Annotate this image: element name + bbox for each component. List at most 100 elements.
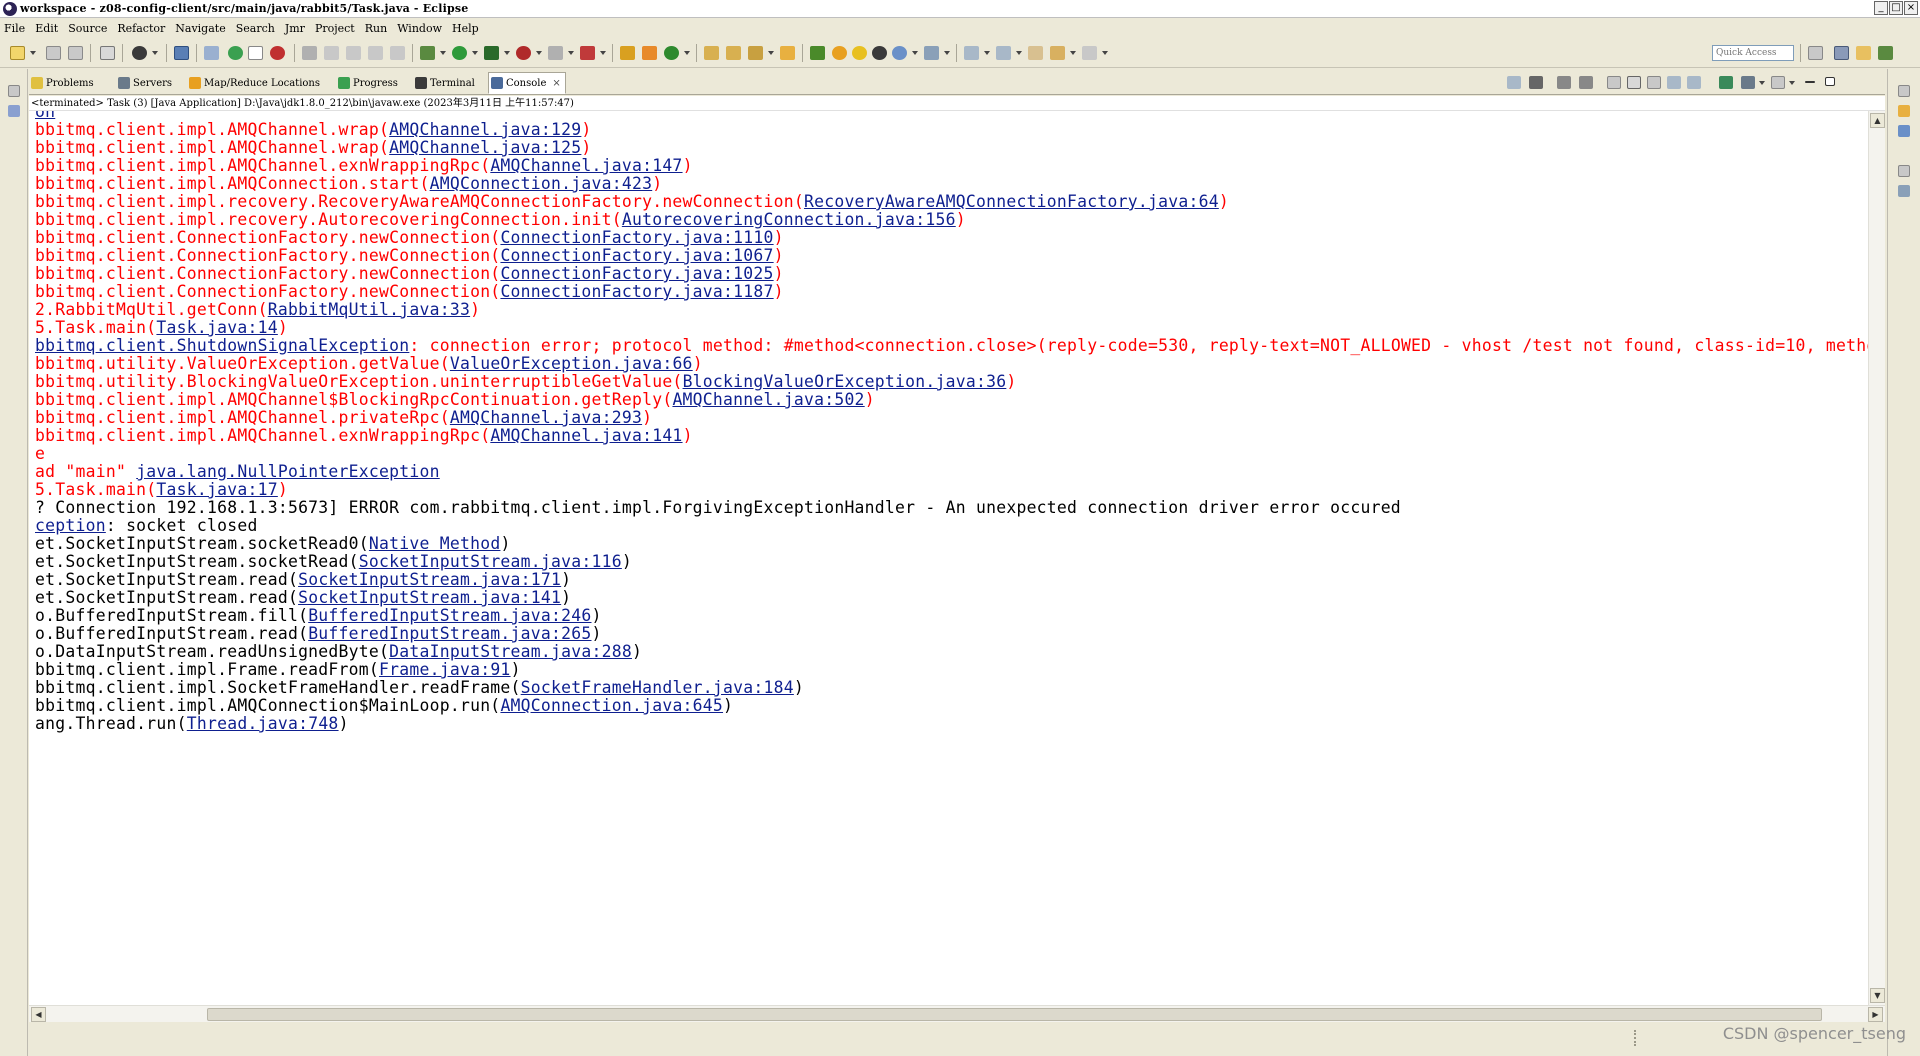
external-tools-icon[interactable] bbox=[580, 46, 595, 60]
forward-icon[interactable] bbox=[1082, 46, 1097, 60]
stacktrace-link[interactable]: ConnectionFactory.java:1187 bbox=[500, 282, 773, 301]
stacktrace-link[interactable]: AMQChannel.java:141 bbox=[490, 426, 682, 445]
new-package-icon[interactable] bbox=[642, 46, 657, 60]
open-task-icon[interactable] bbox=[726, 46, 741, 60]
paragraph-icon[interactable] bbox=[390, 46, 405, 60]
stacktrace-link[interactable]: AMQConnection.java:645 bbox=[500, 696, 723, 715]
quick-access-input[interactable] bbox=[1712, 45, 1794, 61]
menu-jmr[interactable]: Jmr bbox=[285, 22, 305, 35]
stop-dropdown-icon[interactable] bbox=[568, 51, 574, 55]
word-wrap-icon[interactable] bbox=[1647, 76, 1661, 89]
restore-icon[interactable] bbox=[1898, 85, 1910, 97]
properties-icon[interactable] bbox=[1898, 185, 1910, 197]
paste-icon[interactable] bbox=[368, 46, 383, 60]
refresh-icon[interactable] bbox=[270, 46, 285, 60]
console-output[interactable]: on bbitmq.client.impl.AMQChannel.wrap(AMQ… bbox=[29, 111, 1868, 1005]
menu-source[interactable]: Source bbox=[68, 22, 107, 35]
edit-icon[interactable] bbox=[324, 46, 339, 60]
annotation-icon[interactable] bbox=[924, 46, 939, 60]
run-dropdown-icon[interactable] bbox=[472, 51, 478, 55]
vertical-scrollbar[interactable]: ▲ ▼ bbox=[1868, 111, 1885, 1005]
coverage-dropdown-icon[interactable] bbox=[536, 51, 542, 55]
show-stderr-icon[interactable] bbox=[1687, 76, 1701, 89]
tab-console[interactable]: Console × bbox=[488, 72, 566, 94]
open-type-icon[interactable] bbox=[704, 46, 719, 60]
run-ext-icon[interactable] bbox=[484, 46, 499, 60]
help-contents-icon[interactable] bbox=[832, 46, 847, 60]
close-tab-icon[interactable]: × bbox=[552, 78, 560, 89]
minimize-view-icon[interactable] bbox=[1805, 81, 1815, 83]
globe-dropdown-icon[interactable] bbox=[912, 51, 918, 55]
run-ext-dropdown-icon[interactable] bbox=[504, 51, 510, 55]
tab-progress[interactable]: Progress bbox=[336, 73, 402, 93]
scroll-up-icon[interactable]: ▲ bbox=[1870, 113, 1885, 128]
jmr-icon[interactable] bbox=[810, 46, 825, 60]
maximize-view-icon[interactable] bbox=[1825, 77, 1835, 86]
menu-project[interactable]: Project bbox=[315, 22, 355, 35]
open-folder-icon[interactable] bbox=[780, 46, 795, 60]
scroll-lock-icon[interactable] bbox=[1627, 76, 1641, 89]
new-dropdown-icon[interactable] bbox=[30, 51, 36, 55]
toggle-mark-icon[interactable] bbox=[204, 46, 219, 60]
prev-annotation-icon[interactable] bbox=[996, 46, 1011, 60]
coverage-icon[interactable] bbox=[516, 46, 531, 60]
menu-search[interactable]: Search bbox=[236, 22, 275, 35]
menu-refactor[interactable]: Refactor bbox=[117, 22, 165, 35]
remove-icon[interactable] bbox=[1557, 76, 1571, 89]
forward-dropdown-icon[interactable] bbox=[1102, 51, 1108, 55]
package-explorer-icon[interactable] bbox=[8, 105, 20, 117]
menu-file[interactable]: File bbox=[4, 22, 25, 35]
back-dropdown-icon[interactable] bbox=[1070, 51, 1076, 55]
outline-icon[interactable] bbox=[1898, 125, 1910, 137]
print-icon[interactable] bbox=[100, 46, 115, 60]
external-tools-dropdown-icon[interactable] bbox=[600, 51, 606, 55]
task-list-icon[interactable] bbox=[1898, 105, 1910, 117]
tab-servers[interactable]: Servers bbox=[116, 73, 176, 93]
remove-launch-icon[interactable] bbox=[1507, 76, 1521, 89]
pin-console-icon[interactable] bbox=[1719, 76, 1733, 89]
prev-annotation-dropdown-icon[interactable] bbox=[1016, 51, 1022, 55]
new-java-project-icon[interactable] bbox=[620, 46, 635, 60]
new-class-dropdown-icon[interactable] bbox=[684, 51, 690, 55]
search-icon[interactable] bbox=[748, 46, 763, 60]
java-ee-perspective-icon[interactable] bbox=[1834, 46, 1849, 60]
menu-navigate[interactable]: Navigate bbox=[175, 22, 225, 35]
save-icon[interactable] bbox=[46, 46, 61, 60]
show-stdout-icon[interactable] bbox=[1667, 76, 1681, 89]
block-selection-icon[interactable] bbox=[248, 46, 263, 60]
bug-icon[interactable] bbox=[420, 46, 435, 60]
display-console-icon[interactable] bbox=[1741, 76, 1755, 89]
pin-icon[interactable] bbox=[302, 46, 317, 60]
display-console-dropdown-icon[interactable] bbox=[1759, 81, 1765, 85]
next-annotation-dropdown-icon[interactable] bbox=[984, 51, 990, 55]
close-button[interactable]: × bbox=[1904, 1, 1918, 15]
copy-icon[interactable] bbox=[346, 46, 361, 60]
menu-help[interactable]: Help bbox=[452, 22, 479, 35]
annotation-dropdown-icon[interactable] bbox=[944, 51, 950, 55]
restore-icon[interactable] bbox=[1898, 165, 1910, 177]
clear-console-icon[interactable] bbox=[1607, 76, 1621, 89]
stacktrace-link[interactable]: AMQChannel.java:502 bbox=[672, 390, 864, 409]
new-class-icon[interactable] bbox=[664, 46, 679, 60]
scroll-thumb[interactable] bbox=[207, 1008, 1822, 1021]
tab-map-reduce-locations[interactable]: Map/Reduce Locations bbox=[187, 73, 324, 93]
minimize-button[interactable]: _ bbox=[1874, 1, 1888, 15]
run-icon[interactable] bbox=[452, 46, 467, 60]
search-dropdown-icon[interactable] bbox=[768, 51, 774, 55]
stacktrace-link[interactable]: Thread.java:748 bbox=[187, 714, 339, 733]
next-annotation-icon[interactable] bbox=[964, 46, 979, 60]
back-icon[interactable] bbox=[1050, 46, 1065, 60]
scroll-down-icon[interactable]: ▼ bbox=[1870, 988, 1885, 1003]
user-dropdown-icon[interactable] bbox=[152, 51, 158, 55]
open-perspective-icon[interactable] bbox=[1808, 46, 1823, 60]
tab-problems[interactable]: Problems bbox=[29, 73, 98, 93]
debug-perspective-icon[interactable] bbox=[1878, 46, 1893, 60]
open-console-icon[interactable] bbox=[1771, 76, 1785, 89]
stacktrace-link[interactable]: RabbitMqUtil.java:33 bbox=[268, 300, 470, 319]
question-icon[interactable] bbox=[852, 46, 867, 60]
save-all-icon[interactable] bbox=[68, 46, 83, 60]
history-icon[interactable] bbox=[872, 46, 887, 60]
terminate-icon[interactable] bbox=[1529, 76, 1543, 89]
scroll-right-icon[interactable]: ▶ bbox=[1868, 1007, 1883, 1022]
menu-window[interactable]: Window bbox=[397, 22, 442, 35]
